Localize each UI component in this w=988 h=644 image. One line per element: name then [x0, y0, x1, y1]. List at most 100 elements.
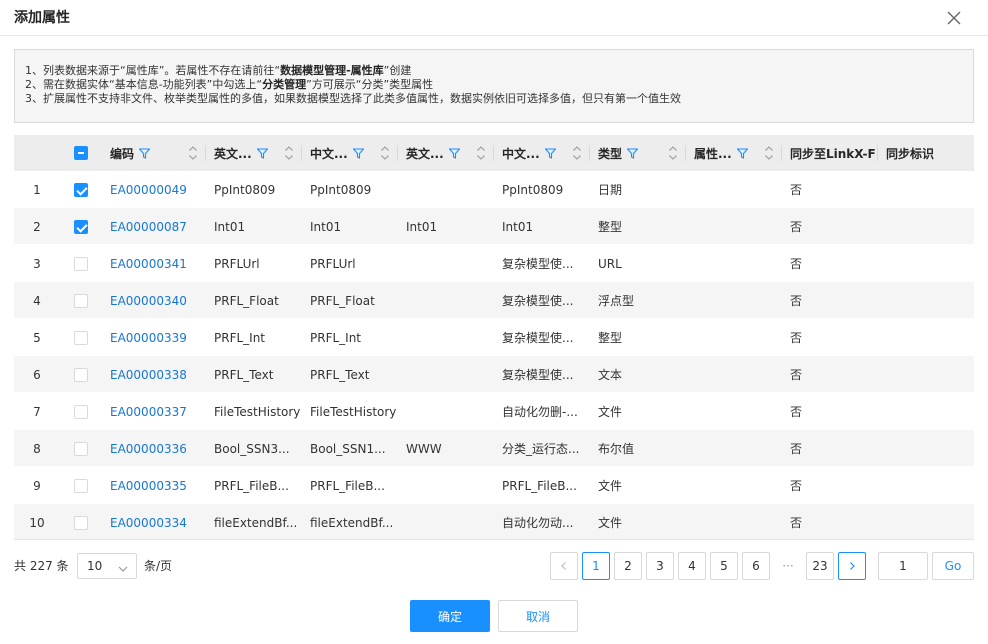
filter-icon[interactable]: [447, 147, 461, 159]
page-button-3[interactable]: 3: [646, 552, 674, 580]
next-page-button[interactable]: [838, 552, 866, 580]
cell-index: 10: [29, 515, 45, 530]
sort-icon[interactable]: [572, 144, 582, 162]
row-checkbox-cell: [60, 393, 102, 430]
filter-icon[interactable]: [626, 147, 639, 159]
table-row[interactable]: 6 EA00000338 PRFL_Text PRFL_Text 复杂模型使... 文本 否: [14, 356, 974, 393]
cell-type: 日期: [598, 183, 623, 197]
code-link[interactable]: EA00000087: [110, 220, 187, 234]
code-link[interactable]: EA00000341: [110, 257, 187, 271]
row-checkbox[interactable]: [74, 515, 88, 530]
sort-icon[interactable]: [476, 144, 486, 162]
sort-icon[interactable]: [668, 144, 678, 162]
cell-en-desc: [398, 282, 494, 319]
page-button-last[interactable]: 23: [806, 552, 834, 580]
row-checkbox[interactable]: [74, 441, 88, 456]
header-cn-name: 中文...: [302, 135, 398, 171]
row-checkbox[interactable]: [74, 182, 88, 197]
header-attr: 属性...: [686, 135, 782, 171]
page-button-2[interactable]: 2: [614, 552, 642, 580]
cell-cn-desc: 复杂模型使...: [502, 257, 574, 271]
table-row[interactable]: 4 EA00000340 PRFL_Float PRFL_Float 复杂模型使... 浮…: [14, 282, 974, 319]
notice-line-3: 3、扩展属性不支持非文件、枚举类型属性的多值，如果数据模型选择了此类多值属性，数…: [25, 92, 681, 105]
page-button-6[interactable]: 6: [742, 552, 770, 580]
table-row[interactable]: 9 EA00000335 PRFL_FileB... PRFL_FileB... PRF…: [14, 467, 974, 504]
prev-page-button[interactable]: [550, 552, 578, 580]
header-sync-flag: 同步标识: [886, 146, 935, 161]
table-divider: [14, 539, 974, 540]
table-row[interactable]: 1 EA00000049 PpInt0809 PpInt0809 PpInt0809 日期…: [14, 171, 974, 208]
sort-icon[interactable]: [380, 144, 390, 162]
cell-code: EA00000341: [110, 245, 206, 282]
row-checkbox-cell: [60, 171, 102, 208]
cell-index: 9: [33, 478, 41, 493]
filter-icon[interactable]: [543, 147, 557, 159]
sort-icon[interactable]: [188, 144, 198, 162]
code-link[interactable]: EA00000334: [110, 516, 187, 530]
cell-sync-flag: [878, 430, 974, 467]
table-row[interactable]: 2 EA00000087 Int01 Int01 Int01 Int01 整型 否: [14, 208, 974, 245]
cell-attr: [686, 467, 782, 504]
cell-en-name: fileExtendBf...: [214, 515, 298, 530]
code-link[interactable]: EA00000049: [110, 183, 187, 197]
page-ellipsis[interactable]: ···: [774, 552, 802, 580]
row-checkbox[interactable]: [74, 404, 88, 419]
row-checkbox[interactable]: [74, 330, 88, 345]
cancel-button[interactable]: 取消: [498, 600, 578, 632]
header-sync: 同步至LinkX-F: [782, 135, 878, 171]
cell-attr: [686, 245, 782, 282]
filter-icon[interactable]: [735, 147, 749, 159]
sort-icon[interactable]: [764, 144, 774, 162]
code-link[interactable]: EA00000339: [110, 331, 187, 345]
add-attribute-dialog: 添加属性 1、列表数据来源于“属性库”。若属性不存在请前往“数据模型管理-属性库…: [0, 0, 988, 644]
page-size-select[interactable]: 10: [77, 553, 137, 579]
table-row[interactable]: 7 EA00000337 FileTestHistory FileTestHistor…: [14, 393, 974, 430]
cell-type: 文件: [598, 516, 623, 530]
jump-page-input[interactable]: 1: [878, 552, 928, 580]
cell-sync: 否: [790, 479, 803, 493]
filter-icon[interactable]: [138, 147, 151, 159]
cell-en-desc: [398, 467, 494, 504]
code-link[interactable]: EA00000338: [110, 368, 187, 382]
select-all-checkbox[interactable]: [74, 146, 88, 160]
notice-box: 1、列表数据来源于“属性库”。若属性不存在请前往“数据模型管理-属性库”创建 2…: [14, 49, 974, 123]
code-link[interactable]: EA00000340: [110, 294, 187, 308]
cell-cn-name: PpInt0809: [310, 182, 372, 197]
row-checkbox[interactable]: [74, 256, 88, 271]
page-button-1[interactable]: 1: [582, 552, 610, 580]
code-link[interactable]: EA00000337: [110, 405, 187, 419]
row-checkbox[interactable]: [74, 219, 88, 234]
cell-sync-flag: [878, 282, 974, 319]
close-icon[interactable]: [942, 6, 966, 30]
cell-code: EA00000334: [110, 504, 206, 541]
cell-index: 3: [33, 256, 41, 271]
filter-icon[interactable]: [351, 147, 365, 159]
table-row[interactable]: 5 EA00000339 PRFL_Int PRFL_Int 复杂模型使... 整型 否: [14, 319, 974, 356]
code-link[interactable]: EA00000335: [110, 479, 187, 493]
header-en-name: 英文...: [206, 135, 302, 171]
filter-icon[interactable]: [255, 147, 269, 159]
cell-cn-desc: 自动化勿删-...: [502, 405, 578, 419]
cell-type: URL: [598, 256, 622, 271]
confirm-button[interactable]: 确定: [410, 600, 490, 632]
row-checkbox-cell: [60, 208, 102, 245]
cell-sync-flag: [878, 393, 974, 430]
sort-icon[interactable]: [284, 144, 294, 162]
cell-sync: 否: [790, 405, 803, 419]
cell-cn-desc: 分类_运行态...: [502, 442, 580, 456]
row-checkbox[interactable]: [74, 367, 88, 382]
page-button-5[interactable]: 5: [710, 552, 738, 580]
row-checkbox-cell: [60, 467, 102, 504]
table-row[interactable]: 10 EA00000334 fileExtendBf... fileExtendBf.…: [14, 504, 974, 541]
cell-index: 6: [33, 367, 41, 382]
cell-en-name: PRFLUrl: [214, 256, 260, 271]
row-checkbox[interactable]: [74, 478, 88, 493]
table-row[interactable]: 8 EA00000336 Bool_SSN3... Bool_SSN1... WWW 分类…: [14, 430, 974, 467]
page-button-4[interactable]: 4: [678, 552, 706, 580]
code-link[interactable]: EA00000336: [110, 442, 187, 456]
cell-en-name: PRFL_FileB...: [214, 478, 289, 493]
cell-code: EA00000338: [110, 356, 206, 393]
row-checkbox[interactable]: [74, 293, 88, 308]
table-row[interactable]: 3 EA00000341 PRFLUrl PRFLUrl 复杂模型使... URL 否: [14, 245, 974, 282]
go-button[interactable]: Go: [932, 552, 974, 580]
